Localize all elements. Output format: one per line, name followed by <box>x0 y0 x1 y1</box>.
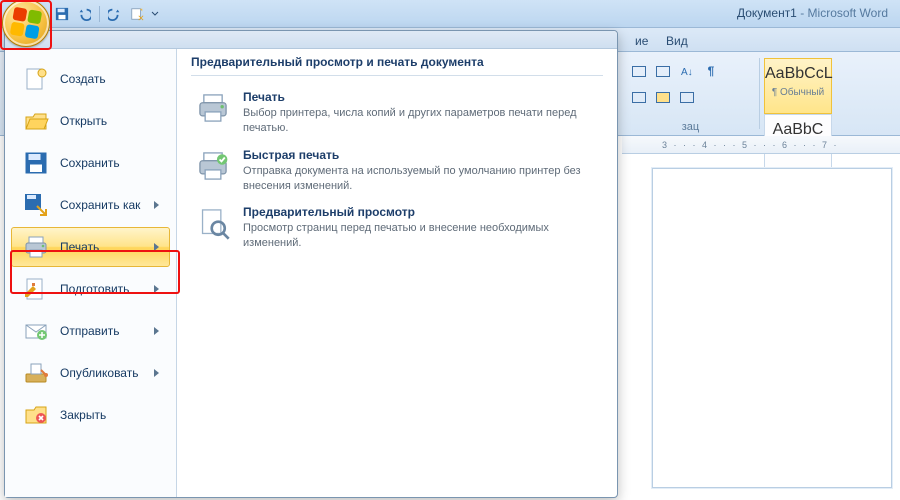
submenu-title: Предварительный просмотр и печать докуме… <box>191 55 603 76</box>
border-button[interactable] <box>628 86 650 108</box>
title-bar: Документ1 - Microsoft Word <box>0 0 900 28</box>
indent-increase-button[interactable] <box>652 60 674 82</box>
chevron-right-icon <box>154 369 159 377</box>
menu-item-label: Печать <box>60 240 144 254</box>
border-icon <box>632 92 646 103</box>
office-button[interactable] <box>2 0 50 47</box>
submenu-item-title: Быстрая печать <box>243 148 599 162</box>
office-menu-submenu: Предварительный просмотр и печать докуме… <box>177 31 617 497</box>
svg-text:A↓: A↓ <box>681 67 693 78</box>
horizontal-ruler[interactable]: 3 · · · 4 · · · 5 · · · 6 · · · 7 · <box>622 136 900 154</box>
ribbon-group-styles: AaBbCcL ¶ Обычный AaBbC ¶ Без ин <box>764 58 900 129</box>
menu-item-save[interactable]: Сохранить <box>11 143 170 183</box>
tab-partial[interactable]: ие <box>625 31 658 51</box>
submenu-item-desc: Отправка документа на используемый по ум… <box>243 164 599 194</box>
grid-icon <box>680 92 694 103</box>
folder-open-icon <box>22 107 50 135</box>
qat-undo-button[interactable] <box>74 4 94 24</box>
chevron-right-icon <box>154 285 159 293</box>
close-doc-icon <box>22 401 50 429</box>
menu-item-label: Закрыть <box>60 408 159 422</box>
submenu-item-desc: Просмотр страниц перед печатью и внесени… <box>243 221 599 251</box>
show-marks-button[interactable]: ¶ <box>700 60 722 82</box>
shading-icon <box>656 92 670 103</box>
submenu-item-print[interactable]: Печать Выбор принтера, числа копий и дру… <box>191 84 603 142</box>
envelope-icon <box>22 317 50 345</box>
undo-icon <box>77 7 91 21</box>
document-name: Документ1 <box>737 6 797 20</box>
indent-decrease-button[interactable] <box>628 60 650 82</box>
pilcrow-icon: ¶ <box>708 64 715 78</box>
office-menu: Создать Открыть Сохранить Сохранить как <box>4 30 618 498</box>
print-preview-icon <box>195 205 231 241</box>
menu-item-print[interactable]: Печать <box>11 227 170 267</box>
ribbon-group-paragraph: A↓ ¶ зац <box>622 58 760 129</box>
redo-icon <box>108 7 122 21</box>
menu-item-publish[interactable]: Опубликовать <box>11 353 170 393</box>
menu-item-new[interactable]: Создать <box>11 59 170 99</box>
submenu-item-desc: Выбор принтера, числа копий и других пар… <box>243 106 599 136</box>
qat-separator <box>99 6 100 22</box>
chevron-right-icon <box>154 243 159 251</box>
qat-redo-button[interactable] <box>105 4 125 24</box>
menu-item-label: Опубликовать <box>60 366 144 380</box>
new-icon <box>22 65 50 93</box>
chevron-down-icon <box>151 10 159 18</box>
menu-item-open[interactable]: Открыть <box>11 101 170 141</box>
menu-item-label: Создать <box>60 72 159 86</box>
sort-button[interactable]: A↓ <box>676 60 698 82</box>
prepare-icon <box>22 275 50 303</box>
menu-item-label: Отправить <box>60 324 144 338</box>
menu-item-label: Сохранить как <box>60 198 144 212</box>
menu-item-save-as[interactable]: Сохранить как <box>11 185 170 225</box>
style-label: ¶ Обычный <box>765 83 831 98</box>
office-menu-items: Создать Открыть Сохранить Сохранить как <box>5 31 177 497</box>
indent-icon <box>632 66 646 77</box>
menu-item-prepare[interactable]: Подготовить <box>11 269 170 309</box>
menu-item-label: Подготовить <box>60 282 144 296</box>
printer-icon <box>195 90 231 126</box>
tab-view[interactable]: Вид <box>656 31 698 51</box>
floppy-icon <box>55 7 69 21</box>
floppy-icon <box>22 149 50 177</box>
submenu-item-title: Предварительный просмотр <box>243 205 599 219</box>
office-logo-icon <box>10 7 42 39</box>
menu-item-send[interactable]: Отправить <box>11 311 170 351</box>
chevron-right-icon <box>154 201 159 209</box>
submenu-item-quick-print[interactable]: Быстрая печать Отправка документа на исп… <box>191 142 603 200</box>
menu-item-label: Сохранить <box>60 156 159 170</box>
printer-icon <box>22 233 50 261</box>
style-preview: AaBbCcL <box>765 59 831 83</box>
qat-customize-button[interactable] <box>149 4 161 24</box>
window-title: Документ1 - Microsoft Word <box>737 6 888 20</box>
menu-item-close[interactable]: Закрыть <box>11 395 170 435</box>
document-page[interactable] <box>652 168 892 488</box>
menu-item-label: Открыть <box>60 114 159 128</box>
chevron-right-icon <box>154 327 159 335</box>
sort-icon: A↓ <box>680 64 694 78</box>
group-label-paragraph: зац <box>622 121 759 133</box>
quick-print-icon <box>195 148 231 184</box>
indent-icon <box>656 66 670 77</box>
app-name: Microsoft Word <box>808 6 888 20</box>
publish-icon <box>22 359 50 387</box>
style-normal[interactable]: AaBbCcL ¶ Обычный <box>764 58 832 114</box>
submenu-item-title: Печать <box>243 90 599 104</box>
qat-new-button[interactable] <box>127 4 147 24</box>
quick-access-toolbar <box>52 3 161 25</box>
qat-save-button[interactable] <box>52 4 72 24</box>
border-dropdown[interactable] <box>676 86 698 108</box>
new-doc-icon <box>130 7 144 21</box>
office-menu-header <box>5 31 617 49</box>
save-as-icon <box>22 191 50 219</box>
shading-button[interactable] <box>652 86 674 108</box>
submenu-item-print-preview[interactable]: Предварительный просмотр Просмотр страни… <box>191 199 603 257</box>
